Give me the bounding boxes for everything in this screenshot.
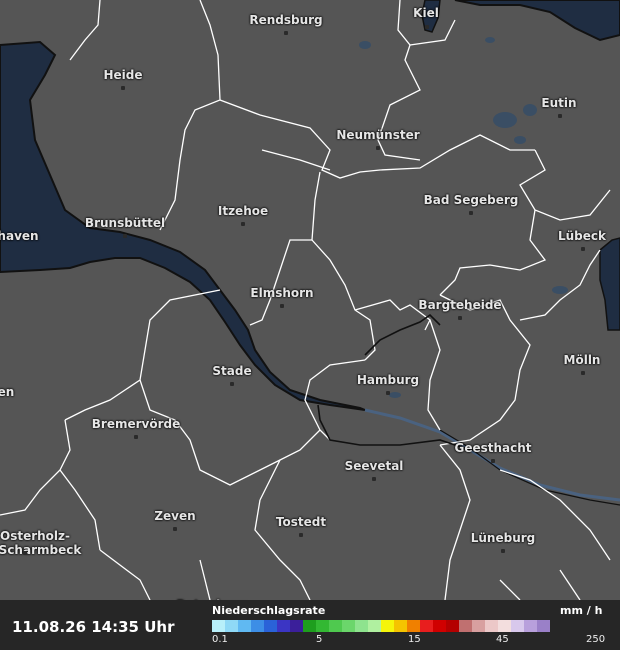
city-marker xyxy=(469,211,473,215)
city-label: Scharmbeck xyxy=(0,543,82,557)
city-marker xyxy=(23,551,27,555)
city-marker xyxy=(581,371,585,375)
scale-swatch xyxy=(329,620,342,632)
scale-swatch xyxy=(498,620,511,632)
city-label: Geesthacht xyxy=(454,441,532,455)
city-marker xyxy=(123,234,127,238)
timestamp: 11.08.26 14:35 Uhr xyxy=(12,618,175,636)
city-label: Eutin xyxy=(541,96,577,110)
scale-swatch xyxy=(238,620,251,632)
legend-title: Niederschlagsrate xyxy=(212,604,326,617)
scale-swatch xyxy=(394,620,407,632)
land-area xyxy=(0,0,620,600)
scale-swatch xyxy=(446,620,459,632)
scale-swatch xyxy=(212,620,225,632)
city-label: Brunsbüttel xyxy=(84,216,166,230)
city-label: Osterholz- xyxy=(0,529,71,543)
scale-swatch xyxy=(524,620,537,632)
scale-swatch xyxy=(381,620,394,632)
scale-swatch xyxy=(355,620,368,632)
city-marker xyxy=(458,316,462,320)
city-label: Itzehoe xyxy=(217,204,269,218)
scale-swatch xyxy=(511,620,524,632)
city-label: Kiel xyxy=(413,6,439,20)
city-label: Hamburg xyxy=(356,373,420,387)
scale-swatch xyxy=(277,620,290,632)
city-marker xyxy=(372,477,376,481)
city-marker xyxy=(230,382,234,386)
city-marker xyxy=(280,304,284,308)
scale-swatch xyxy=(459,620,472,632)
scale-swatch xyxy=(485,620,498,632)
city-label: Lüneburg xyxy=(470,531,536,545)
city-marker xyxy=(121,86,125,90)
map-base xyxy=(0,0,620,600)
city-label: Bremervörde xyxy=(91,417,181,431)
city-marker xyxy=(134,435,138,439)
legend-unit: mm / h xyxy=(560,604,603,617)
city-marker xyxy=(386,391,390,395)
scale-swatch xyxy=(342,620,355,632)
scale-swatch xyxy=(472,620,485,632)
city-label: Rendsburg xyxy=(249,13,323,27)
city-marker xyxy=(299,533,303,537)
city-label: Tostedt xyxy=(275,515,327,529)
scale-tick-label: 5 xyxy=(316,634,323,645)
scale-tick-label: 0.1 xyxy=(212,634,228,645)
city-label: Heide xyxy=(103,68,143,82)
city-marker xyxy=(425,25,429,29)
weather-map: Rendsburg Kiel Heide Eutin Neumünster Brunsbü… xyxy=(0,0,620,650)
city-label: Elmshorn xyxy=(250,286,314,300)
scale-swatch xyxy=(225,620,238,632)
scale-tick-label: 250 xyxy=(586,634,606,645)
scale-swatch xyxy=(433,620,446,632)
legend-bar: 11.08.26 14:35 Uhr Niederschlagsrate mm … xyxy=(0,600,620,650)
city-marker xyxy=(173,527,177,531)
scale-swatch xyxy=(251,620,264,632)
city-label: Mölln xyxy=(563,353,601,367)
city-marker xyxy=(581,247,585,251)
city-label: haven xyxy=(0,229,39,243)
city-label: Bargteheide xyxy=(418,298,502,312)
city-marker xyxy=(241,222,245,226)
city-marker xyxy=(284,31,288,35)
city-marker xyxy=(501,549,505,553)
precipitation-color-scale xyxy=(212,620,550,632)
scale-tick-label: 45 xyxy=(496,634,509,645)
scale-tick-label: 15 xyxy=(408,634,421,645)
city-marker xyxy=(558,114,562,118)
scale-swatch xyxy=(316,620,329,632)
scale-swatch xyxy=(537,620,550,632)
city-label: Seevetal xyxy=(344,459,404,473)
scale-swatch xyxy=(290,620,303,632)
scale-swatch xyxy=(264,620,277,632)
scale-swatch xyxy=(368,620,381,632)
city-label: en xyxy=(0,385,15,399)
city-marker xyxy=(491,459,495,463)
city-label: Neumünster xyxy=(336,128,420,142)
city-label: Stade xyxy=(212,364,252,378)
city-label: Bad Segeberg xyxy=(423,193,519,207)
scale-swatch xyxy=(407,620,420,632)
scale-swatch xyxy=(420,620,433,632)
scale-swatch xyxy=(303,620,316,632)
city-marker xyxy=(376,146,380,150)
city-label: Zeven xyxy=(154,509,196,523)
city-label: Lübeck xyxy=(557,229,607,243)
